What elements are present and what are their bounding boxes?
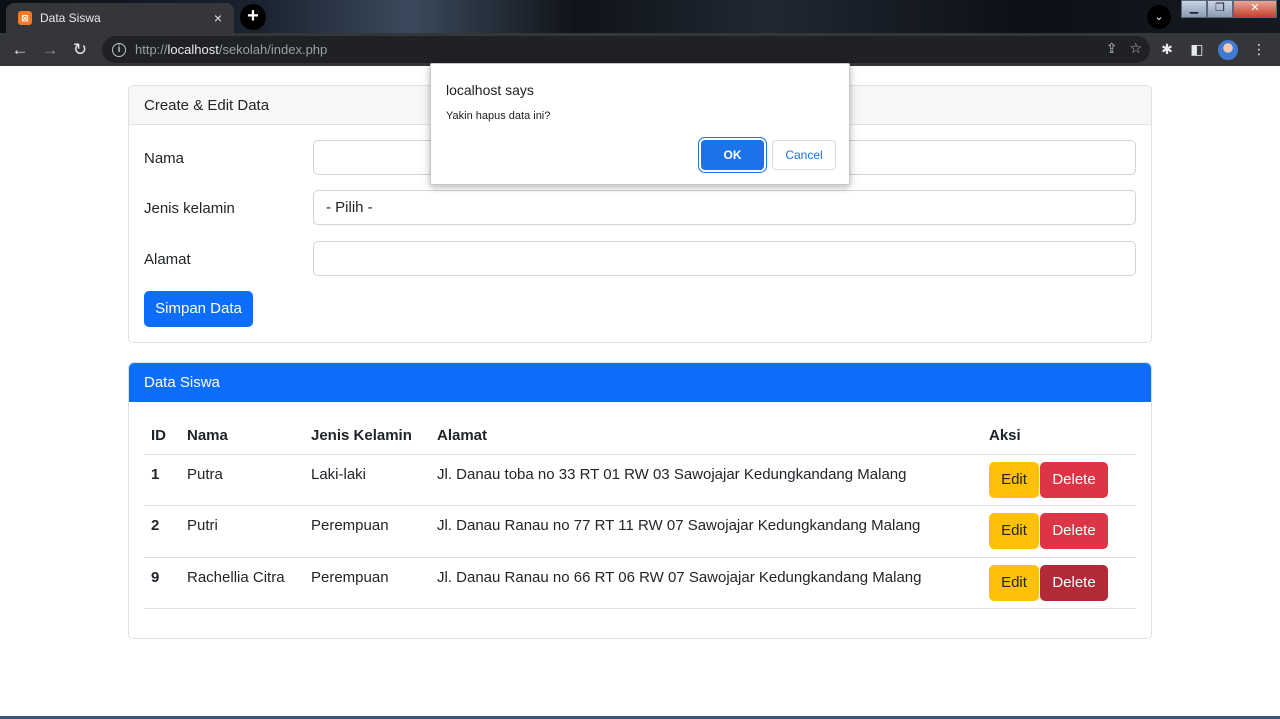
- forward-arrow-icon[interactable]: →: [35, 35, 65, 65]
- dialog-cancel-button[interactable]: Cancel: [772, 140, 836, 170]
- cell-alamat: Jl. Danau toba no 33 RT 01 RW 03 Sawojaj…: [430, 454, 982, 506]
- browser-tab[interactable]: ⊠ Data Siswa ×: [6, 3, 234, 33]
- side-panel-icon[interactable]: ◧: [1188, 41, 1206, 58]
- nama-label: Nama: [144, 150, 185, 167]
- cell-aksi: Edit Delete: [982, 505, 1136, 558]
- delete-button[interactable]: Delete: [1040, 564, 1108, 601]
- data-siswa-card: Data Siswa ID Nama Jenis Kelamin Alamat …: [128, 362, 1152, 639]
- cell-aksi: Edit Delete: [982, 557, 1136, 609]
- cell-aksi: Edit Delete: [982, 454, 1136, 506]
- table-header-row: ID Nama Jenis Kelamin Alamat Aksi: [144, 417, 1136, 455]
- xampp-favicon-icon: ⊠: [18, 11, 32, 25]
- cell-id: 1: [144, 454, 180, 506]
- cell-nama: Putri: [180, 505, 304, 558]
- jenis-kelamin-select[interactable]: - Pilih -: [313, 190, 1136, 225]
- cell-jenis-kelamin: Laki-laki: [304, 454, 430, 506]
- edit-button[interactable]: Edit: [989, 513, 1039, 549]
- dialog-title: localhost says: [446, 82, 534, 98]
- edit-button[interactable]: Edit: [989, 564, 1039, 601]
- extensions-puzzle-icon[interactable]: ✱: [1158, 41, 1176, 58]
- confirm-dialog: localhost says Yakin hapus data ini? OK …: [430, 63, 850, 185]
- profile-avatar[interactable]: [1218, 39, 1238, 60]
- jenis-kelamin-label: Jenis kelamin: [144, 200, 235, 217]
- minimize-icon[interactable]: ▁: [1181, 0, 1207, 18]
- window-close-icon[interactable]: ✕: [1233, 0, 1277, 18]
- column-header-jenis-kelamin: Jenis Kelamin: [304, 417, 430, 455]
- share-icon[interactable]: ⇪: [1106, 40, 1118, 57]
- browser-titlebar: ⊠ Data Siswa × + ⌄ ▁ ❐ ✕: [0, 0, 1280, 33]
- tab-title: Data Siswa: [40, 11, 101, 25]
- data-siswa-table: ID Nama Jenis Kelamin Alamat Aksi 1 Putr…: [144, 417, 1136, 609]
- cell-id: 2: [144, 505, 180, 558]
- delete-button[interactable]: Delete: [1040, 461, 1108, 498]
- back-arrow-icon[interactable]: ←: [5, 35, 35, 65]
- site-info-icon[interactable]: i: [112, 42, 126, 57]
- browser-toolbar: ← → ↻ i http://localhost/sekolah/index.p…: [0, 33, 1280, 66]
- table-row: 1 Putra Laki-laki Jl. Danau toba no 33 R…: [144, 454, 1136, 506]
- cell-nama: Rachellia Citra: [180, 557, 304, 609]
- address-bar[interactable]: i http://localhost/sekolah/index.php ⇪ ☆: [102, 36, 1150, 63]
- cell-alamat: Jl. Danau Ranau no 77 RT 11 RW 07 Sawoja…: [430, 505, 982, 558]
- cell-nama: Putra: [180, 454, 304, 506]
- table-card-header: Data Siswa: [129, 363, 1151, 402]
- cell-id: 9: [144, 557, 180, 609]
- url-host: localhost: [167, 42, 219, 57]
- cell-jenis-kelamin: Perempuan: [304, 557, 430, 609]
- table-row: 2 Putri Perempuan Jl. Danau Ranau no 77 …: [144, 505, 1136, 558]
- column-header-nama: Nama: [180, 417, 304, 455]
- dialog-ok-button[interactable]: OK: [701, 140, 764, 170]
- omnibox-actions: ⇪ ☆: [1106, 40, 1142, 57]
- simpan-data-button[interactable]: Simpan Data: [144, 291, 253, 327]
- column-header-aksi: Aksi: [982, 417, 1136, 455]
- cell-jenis-kelamin: Perempuan: [304, 505, 430, 558]
- toolbar-right: ✱ ◧ ⋮: [1158, 33, 1268, 66]
- column-header-id: ID: [144, 417, 180, 455]
- table-row: 9 Rachellia Citra Perempuan Jl. Danau Ra…: [144, 557, 1136, 609]
- column-header-alamat: Alamat: [430, 417, 982, 455]
- delete-button[interactable]: Delete: [1040, 513, 1108, 549]
- url-path: /sekolah/index.php: [218, 42, 328, 57]
- reload-icon[interactable]: ↻: [65, 35, 95, 65]
- url-text: http://localhost/sekolah/index.php: [135, 42, 327, 57]
- tab-search-icon[interactable]: ⌄: [1147, 5, 1171, 29]
- tab-close-icon[interactable]: ×: [210, 10, 226, 26]
- window-controls: ▁ ❐ ✕: [1181, 0, 1277, 18]
- bookmark-star-icon[interactable]: ☆: [1129, 40, 1142, 57]
- maximize-icon[interactable]: ❐: [1207, 0, 1233, 18]
- edit-button[interactable]: Edit: [989, 461, 1039, 498]
- alamat-input[interactable]: [313, 241, 1136, 276]
- new-tab-button[interactable]: +: [240, 4, 266, 30]
- alamat-label: Alamat: [144, 251, 191, 268]
- url-prefix: http://: [135, 42, 168, 57]
- kebab-menu-icon[interactable]: ⋮: [1250, 41, 1268, 58]
- dialog-message: Yakin hapus data ini?: [446, 110, 551, 122]
- cell-alamat: Jl. Danau Ranau no 66 RT 06 RW 07 Sawoja…: [430, 557, 982, 609]
